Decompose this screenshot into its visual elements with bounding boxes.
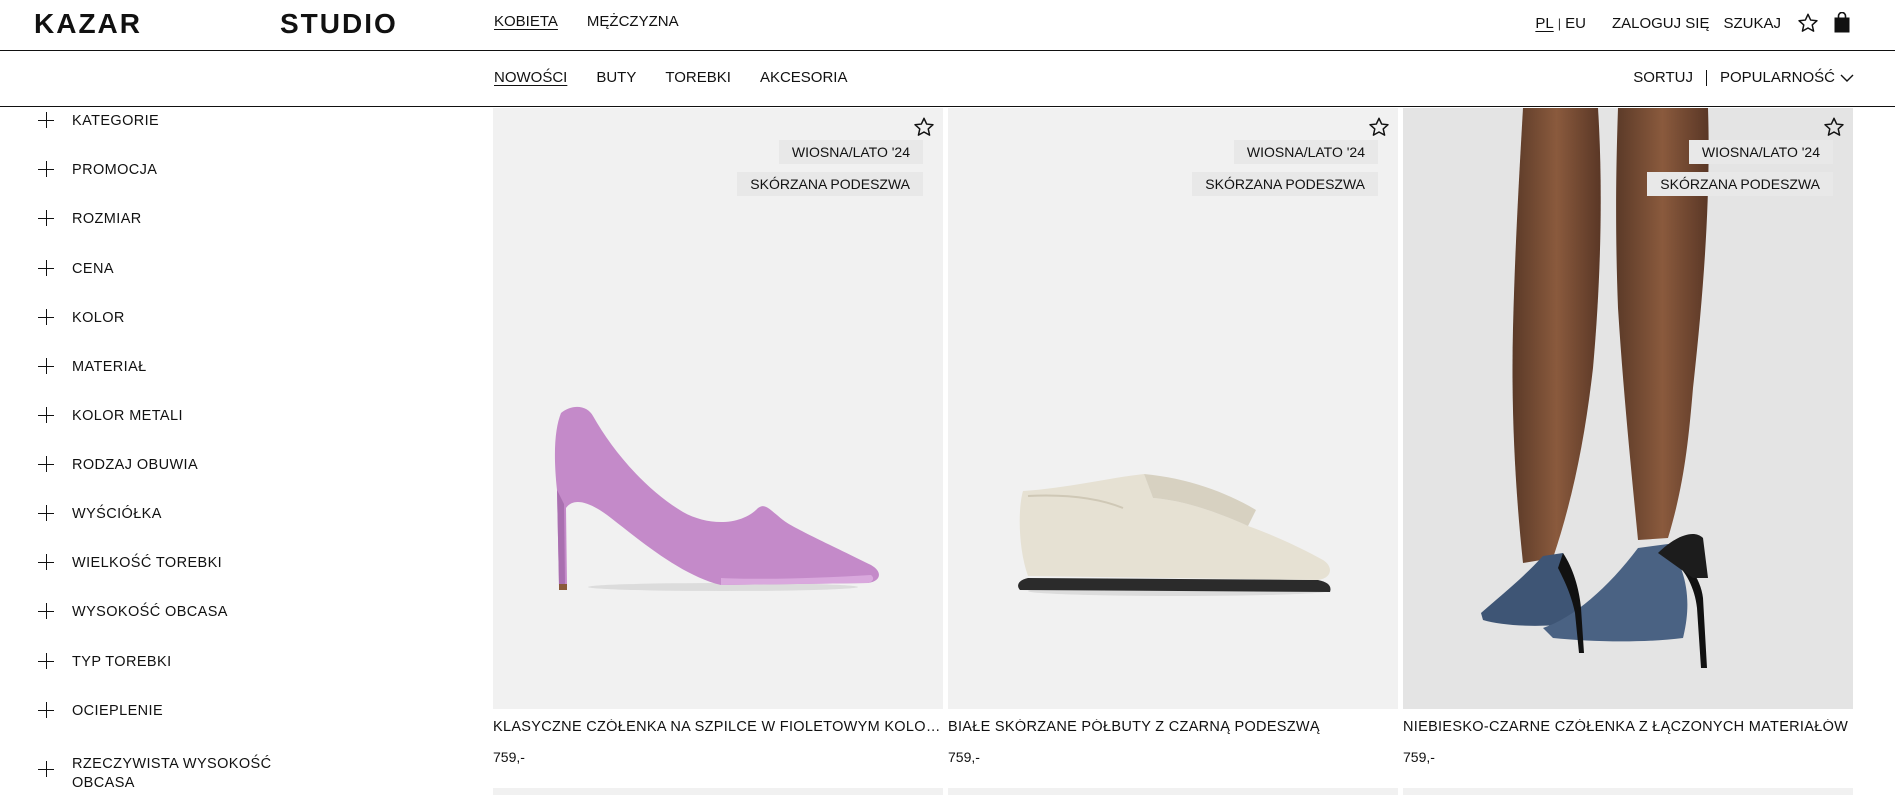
filter-label: TYP TOREBKI <box>72 654 172 670</box>
sort-value[interactable]: POPULARNOŚĆ <box>1720 69 1835 86</box>
product-price: 759,- <box>493 749 525 765</box>
filter-typ-torebki[interactable]: TYP TOREBKI <box>38 653 302 672</box>
filter-label: MATERIAŁ <box>72 359 147 375</box>
filter-material[interactable]: MATERIAŁ <box>38 358 302 377</box>
tab-kobieta[interactable]: KOBIETA <box>494 13 558 30</box>
plus-icon <box>38 603 54 619</box>
plus-icon <box>38 210 54 226</box>
search-link[interactable]: SZUKAJ <box>1723 15 1781 32</box>
add-to-wishlist-star-icon[interactable] <box>1368 116 1390 138</box>
filter-ocieplenie[interactable]: OCIEPLENIE <box>38 702 302 721</box>
tab-nowosci[interactable]: NOWOŚCI <box>494 69 567 86</box>
plus-icon <box>38 761 54 777</box>
category-nav: NOWOŚCI BUTY TOREBKI AKCESORIA <box>494 69 847 86</box>
next-product-placeholder <box>948 788 1398 795</box>
gender-nav: KOBIETA MĘŻCZYZNA <box>494 13 679 30</box>
lang-eu[interactable]: EU <box>1565 15 1586 32</box>
filter-sidebar: KATEGORIE PROMOCJA ROZMIAR CENA KOLOR MA… <box>0 108 400 795</box>
filter-wielkosc-torebki[interactable]: WIELKOŚĆ TOREBKI <box>38 554 302 573</box>
denim-pumps-model-image <box>1481 108 1709 668</box>
product-price: 759,- <box>948 749 980 765</box>
filter-label: OCIEPLENIE <box>72 703 164 719</box>
utility-nav: PL | EU ZALOGUJ SIĘ SZUKAJ <box>1535 10 1855 36</box>
shopping-bag-icon[interactable] <box>1829 10 1855 36</box>
next-product-placeholder <box>493 788 943 795</box>
category-bar: NOWOŚCI BUTY TOREBKI AKCESORIA SORTUJ PO… <box>0 52 1895 107</box>
filter-label: CENA <box>72 261 114 277</box>
language-switcher: PL | EU <box>1535 15 1586 32</box>
plus-icon <box>38 260 54 276</box>
plus-icon <box>38 358 54 374</box>
lang-separator: | <box>1557 15 1562 31</box>
plus-icon <box>38 702 54 718</box>
cream-loafer-image <box>1018 474 1331 596</box>
plus-icon <box>38 309 54 325</box>
plus-icon <box>38 653 54 669</box>
filter-label: RODZAJ OBUWIA <box>72 457 199 473</box>
brand-logo[interactable]: KAZAR <box>34 8 142 40</box>
wishlist-star-icon[interactable] <box>1795 10 1821 36</box>
plus-icon <box>38 554 54 570</box>
filter-label: WYŚCIÓŁKA <box>72 506 162 522</box>
filter-label: ROZMIAR <box>72 211 142 227</box>
add-to-wishlist-star-icon[interactable] <box>1823 116 1845 138</box>
sort-control[interactable]: SORTUJ POPULARNOŚĆ <box>1633 69 1855 86</box>
chevron-down-icon[interactable] <box>1839 70 1855 86</box>
add-to-wishlist-star-icon[interactable] <box>913 116 935 138</box>
next-product-placeholder <box>1403 788 1853 795</box>
filter-label: RZECZYWISTA WYSOKOŚĆ OBCASA <box>72 756 272 791</box>
filter-label: WIELKOŚĆ TOREBKI <box>72 555 223 571</box>
plus-icon <box>38 456 54 472</box>
plus-icon <box>38 161 54 177</box>
filter-wysokosc-obcasa[interactable]: WYSOKOŚĆ OBCASA <box>38 603 302 622</box>
filter-label: WYSOKOŚĆ OBCASA <box>72 604 228 620</box>
filter-label: KATEGORIE <box>72 113 160 129</box>
plus-icon <box>38 505 54 521</box>
season-badge: WIOSNA/LATO '24 <box>1688 140 1833 164</box>
studio-logo[interactable]: STUDIO <box>280 8 398 40</box>
product-title[interactable]: NIEBIESKO-CZARNE CZÓŁENKA Z ŁĄCZONYCH MA… <box>1403 719 1853 735</box>
filter-wysciolka[interactable]: WYŚCIÓŁKA <box>38 505 302 524</box>
product-title[interactable]: BIAŁE SKÓRZANE PÓŁBUTY Z CZARNĄ PODESZWĄ <box>948 719 1398 735</box>
filter-rodzaj-obuwia[interactable]: RODZAJ OBUWIA <box>38 456 302 475</box>
filter-kolor-metali[interactable]: KOLOR METALI <box>38 407 302 426</box>
tab-buty[interactable]: BUTY <box>596 69 636 86</box>
login-link[interactable]: ZALOGUJ SIĘ <box>1612 15 1710 32</box>
tab-mezczyzna[interactable]: MĘŻCZYZNA <box>587 13 679 30</box>
product-title[interactable]: KLASYCZNE CZÓŁENKA NA SZPILCE W FIOLETOW… <box>493 719 943 735</box>
lang-pl[interactable]: PL <box>1535 15 1553 32</box>
plus-icon <box>38 407 54 423</box>
feature-badge: SKÓRZANA PODESZWA <box>737 172 923 196</box>
filter-rozmiar[interactable]: ROZMIAR <box>38 210 302 229</box>
season-badge: WIOSNA/LATO '24 <box>1233 140 1378 164</box>
filter-kolor[interactable]: KOLOR <box>38 309 302 328</box>
filter-label: KOLOR METALI <box>72 408 183 424</box>
filter-label: KOLOR <box>72 310 125 326</box>
sort-label[interactable]: SORTUJ <box>1633 69 1693 86</box>
filter-cena[interactable]: CENA <box>38 260 302 279</box>
filter-kategorie[interactable]: KATEGORIE <box>38 112 302 131</box>
product-image[interactable]: WIOSNA/LATO '24 SKÓRZANA PODESZWA <box>948 108 1398 709</box>
filter-promocja[interactable]: PROMOCJA <box>38 161 302 180</box>
product-image[interactable]: WIOSNA/LATO '24 SKÓRZANA PODESZWA <box>1403 108 1853 709</box>
purple-pump-image <box>554 406 879 591</box>
product-price: 759,- <box>1403 749 1435 765</box>
tab-akcesoria[interactable]: AKCESORIA <box>760 69 848 86</box>
feature-badge: SKÓRZANA PODESZWA <box>1647 172 1833 196</box>
season-badge: WIOSNA/LATO '24 <box>778 140 923 164</box>
filter-rzeczywista-wysokosc-obcasa[interactable]: RZECZYWISTA WYSOKOŚĆ OBCASA <box>38 755 302 793</box>
tab-torebki[interactable]: TOREBKI <box>665 69 731 86</box>
filter-label: PROMOCJA <box>72 162 158 178</box>
top-header: KAZAR STUDIO KOBIETA MĘŻCZYZNA PL | EU Z… <box>0 0 1895 51</box>
product-image[interactable]: WIOSNA/LATO '24 SKÓRZANA PODESZWA <box>493 108 943 709</box>
feature-badge: SKÓRZANA PODESZWA <box>1192 172 1378 196</box>
plus-icon <box>38 112 54 128</box>
sort-divider <box>1705 69 1707 86</box>
